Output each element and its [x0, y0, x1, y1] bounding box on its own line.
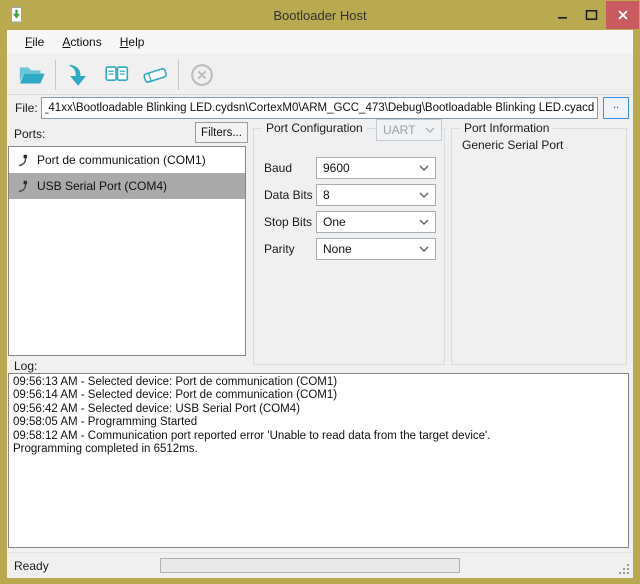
parity-select[interactable]: None [316, 238, 436, 260]
file-path-input[interactable] [41, 97, 598, 119]
baud-label: Baud [264, 161, 316, 175]
file-row: File: .. [7, 97, 633, 121]
titlebar: Bootloader Host [0, 0, 640, 30]
app-window: Bootloader Host FileActionsHelp [0, 0, 640, 584]
log-output[interactable]: 09:56:13 AM - Selected device: Port de c… [8, 373, 629, 548]
port-list-item[interactable]: USB Serial Port (COM4) [9, 173, 245, 199]
data-bits-select[interactable]: 8 [316, 184, 436, 206]
browse-button[interactable]: .. [603, 97, 629, 119]
resize-grip[interactable] [619, 564, 630, 575]
close-icon [617, 9, 629, 21]
log-entry: 09:56:14 AM - Selected device: Port de c… [13, 389, 624, 402]
window-title: Bootloader Host [0, 8, 640, 23]
stop-bits-value: One [323, 215, 346, 229]
port-config-rows: Baud 9600 Data Bits 8 Stop Bits One Parity None [264, 157, 438, 265]
port-configuration-group: Port Configuration UART Baud9600Data Bit… [253, 128, 445, 365]
port-name: Port de communication (COM1) [37, 153, 206, 167]
status-bar: Ready [7, 552, 633, 578]
parity-label: Parity [264, 242, 316, 256]
abort-button[interactable] [183, 57, 221, 93]
log-entry: 09:56:13 AM - Selected device: Port de c… [13, 376, 624, 389]
log-entry: 09:58:12 AM - Communication port reporte… [13, 430, 624, 443]
menu-bar: FileActionsHelp [7, 30, 633, 55]
baud-row: Baud 9600 [264, 157, 438, 179]
data-bits-label: Data Bits [264, 188, 316, 202]
menu-item-actions[interactable]: Actions [53, 30, 110, 55]
toolbar-separator [178, 60, 179, 90]
log-entry: 09:58:05 AM - Programming Started [13, 416, 624, 429]
menu-item-help[interactable]: Help [111, 30, 154, 55]
port-configuration-title: Port Configuration [262, 121, 367, 135]
serial-port-icon [17, 180, 29, 193]
parity-row: Parity None [264, 238, 438, 260]
baud-select[interactable]: 9600 [316, 157, 436, 179]
port-information-title: Port Information [460, 121, 553, 135]
maximize-icon [585, 9, 598, 21]
port-information-group: Port Information Generic Serial Port [451, 128, 627, 365]
documents-icon [102, 60, 132, 90]
port-list-item[interactable]: Port de communication (COM1) [9, 147, 245, 173]
protocol-value: UART [383, 123, 415, 137]
toolbar [7, 56, 633, 95]
port-name: USB Serial Port (COM4) [37, 179, 167, 193]
stop-bits-select[interactable]: One [316, 211, 436, 233]
erase-button[interactable] [136, 57, 174, 93]
stop-bits-row: Stop Bits One [264, 211, 438, 233]
program-button[interactable] [60, 57, 98, 93]
stop-bits-label: Stop Bits [264, 215, 316, 229]
log-entry: Programming completed in 6512ms. [13, 443, 624, 456]
chevron-down-icon [419, 219, 429, 225]
data-bits-value: 8 [323, 188, 330, 202]
serial-port-icon [17, 154, 29, 167]
menu-item-file[interactable]: File [16, 30, 53, 55]
maximize-button[interactable] [577, 1, 606, 29]
parity-value: None [323, 242, 352, 256]
data-bits-row: Data Bits 8 [264, 184, 438, 206]
client-area: FileActionsHelp File: .. [7, 30, 633, 578]
protocol-select[interactable]: UART [376, 119, 442, 141]
toolbar-separator [55, 60, 56, 90]
log-label: Log: [14, 359, 37, 373]
file-label: File: [15, 101, 38, 115]
minimize-button[interactable] [548, 1, 577, 29]
chevron-down-icon [419, 246, 429, 252]
filters-button[interactable]: Filters... [195, 122, 248, 143]
chevron-down-icon [419, 165, 429, 171]
open-file-button[interactable] [13, 57, 51, 93]
verify-button[interactable] [98, 57, 136, 93]
cancel-circle-icon [187, 60, 217, 90]
close-button[interactable] [606, 1, 639, 29]
chevron-down-icon [425, 127, 435, 133]
minimize-icon [557, 9, 569, 21]
eraser-icon [140, 60, 170, 90]
chevron-down-icon [419, 192, 429, 198]
ports-list: Port de communication (COM1) USB Serial P… [8, 146, 246, 356]
folder-open-icon [17, 60, 47, 90]
status-text: Ready [14, 559, 49, 573]
log-entry: 09:56:42 AM - Selected device: USB Seria… [13, 403, 624, 416]
baud-value: 9600 [323, 161, 350, 175]
download-arrow-icon [64, 60, 94, 90]
progress-bar [160, 558, 460, 573]
ports-label: Ports: [14, 127, 45, 141]
